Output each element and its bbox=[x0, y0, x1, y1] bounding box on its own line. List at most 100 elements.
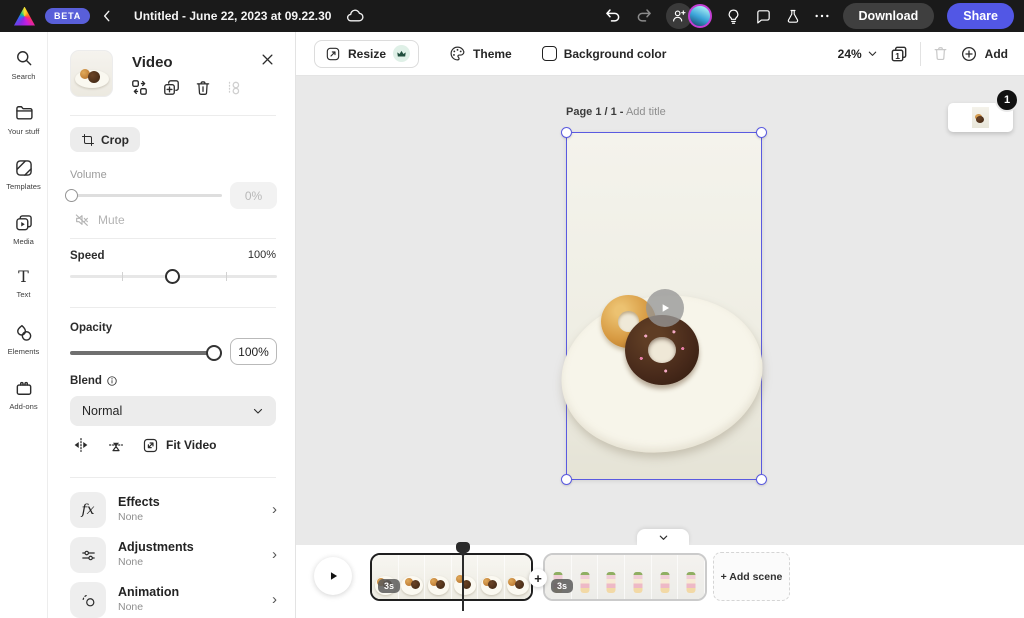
background-color-button[interactable]: Background color bbox=[542, 46, 667, 61]
sidebar-item-templates[interactable]: Templates bbox=[0, 158, 48, 213]
more-options-icon[interactable] bbox=[814, 13, 830, 19]
effects-row[interactable]: fx Effects None › bbox=[70, 492, 281, 532]
media-icon bbox=[14, 213, 34, 233]
sidebar-item-search[interactable]: Search bbox=[0, 48, 48, 103]
volume-label: Volume bbox=[70, 169, 107, 181]
user-avatar[interactable] bbox=[688, 4, 712, 28]
selection-handle-top-right[interactable] bbox=[756, 127, 767, 138]
sidebar-item-text[interactable]: T Text bbox=[0, 268, 48, 323]
resize-icon bbox=[325, 46, 341, 62]
folder-icon bbox=[14, 103, 34, 123]
elements-icon bbox=[14, 323, 34, 343]
speed-slider-handle[interactable] bbox=[165, 269, 180, 284]
chevron-right-icon: › bbox=[272, 501, 277, 518]
close-panel-icon[interactable] bbox=[260, 52, 275, 67]
add-page-button[interactable]: Add bbox=[960, 45, 1008, 63]
adjustments-row[interactable]: Adjustments None › bbox=[70, 537, 281, 577]
mute-speaker-icon bbox=[74, 212, 90, 228]
opacity-label: Opacity bbox=[70, 322, 112, 334]
app-window: BETA Untitled - June 22, 2023 at 09.22.3… bbox=[0, 0, 1024, 618]
theme-palette-icon bbox=[449, 45, 466, 62]
timeline-clip-2[interactable]: 3s bbox=[543, 553, 707, 601]
merge-icon-disabled bbox=[225, 79, 243, 97]
comment-icon[interactable] bbox=[755, 8, 772, 25]
theme-button[interactable]: Theme bbox=[449, 45, 512, 62]
video-properties-panel: Video Crop Volume 0% Mute Speed 100% bbox=[48, 32, 296, 618]
download-button[interactable]: Download bbox=[843, 3, 935, 29]
premium-crown-icon bbox=[393, 45, 410, 62]
lightbulb-icon[interactable] bbox=[725, 8, 742, 25]
plus-circle-icon bbox=[960, 45, 978, 63]
info-icon[interactable] bbox=[106, 375, 118, 387]
sidebar-item-media[interactable]: Media bbox=[0, 213, 48, 268]
page-count-badge: 1 bbox=[995, 88, 1019, 112]
selected-video-thumbnail[interactable] bbox=[70, 50, 113, 97]
blend-label: Blend bbox=[70, 375, 102, 387]
background-color-swatch bbox=[542, 46, 557, 61]
duplicate-icon[interactable] bbox=[162, 78, 181, 97]
clip-duration-badge: 3s bbox=[551, 579, 573, 593]
chevron-down-icon bbox=[252, 405, 264, 417]
volume-slider[interactable] bbox=[70, 194, 222, 197]
undo-icon[interactable] bbox=[604, 7, 622, 25]
text-icon: T bbox=[18, 268, 29, 286]
canvas-area[interactable]: Page 1 / 1 - Add title 1 bbox=[296, 76, 1024, 545]
mute-toggle[interactable]: Mute bbox=[74, 212, 125, 228]
beaker-icon[interactable] bbox=[785, 8, 801, 25]
top-bar: BETA Untitled - June 22, 2023 at 09.22.3… bbox=[0, 0, 1024, 32]
animation-icon bbox=[80, 592, 97, 609]
delete-icon[interactable] bbox=[194, 79, 212, 97]
sidebar-item-elements[interactable]: Elements bbox=[0, 323, 48, 378]
page-label[interactable]: Page 1 / 1 - Add title bbox=[566, 106, 666, 118]
document-title[interactable]: Untitled - June 22, 2023 at 09.22.30 bbox=[134, 9, 331, 23]
fit-video-icon bbox=[142, 437, 159, 454]
panel-title: Video bbox=[132, 54, 173, 71]
share-button[interactable]: Share bbox=[947, 3, 1014, 29]
flip-vertical-icon[interactable] bbox=[107, 436, 125, 454]
document-toolbar: Resize Theme Background color 24% 1 A bbox=[296, 32, 1024, 76]
adjustments-icon bbox=[80, 547, 97, 564]
volume-slider-handle[interactable] bbox=[65, 189, 78, 202]
crop-button[interactable]: Crop bbox=[70, 127, 140, 152]
adobe-express-logo-icon[interactable] bbox=[14, 7, 35, 26]
sidebar-item-your-stuff[interactable]: Your stuff bbox=[0, 103, 48, 158]
selection-handle-bottom-left[interactable] bbox=[561, 474, 572, 485]
back-chevron-icon[interactable] bbox=[100, 9, 114, 23]
opacity-slider[interactable] bbox=[70, 351, 222, 355]
animation-row[interactable]: Animation None › bbox=[70, 582, 281, 618]
chevron-right-icon: › bbox=[272, 546, 277, 563]
flip-horizontal-icon[interactable] bbox=[72, 436, 90, 454]
replace-video-icon[interactable] bbox=[130, 78, 149, 97]
timeline-play-button[interactable] bbox=[314, 557, 352, 595]
redo-icon[interactable] bbox=[635, 7, 653, 25]
effects-icon: fx bbox=[81, 502, 94, 518]
resize-button[interactable]: Resize bbox=[314, 40, 419, 68]
speed-label: Speed bbox=[70, 250, 105, 262]
cloud-sync-icon bbox=[345, 8, 365, 24]
chevron-right-icon: › bbox=[272, 591, 277, 608]
add-scene-button[interactable]: + Add scene bbox=[713, 552, 790, 601]
timeline-strip: 3s + 3s + Add scene bbox=[296, 545, 1024, 618]
opacity-value: 100% bbox=[230, 338, 277, 365]
addons-icon bbox=[14, 378, 34, 398]
timeline-clip-1-selected[interactable]: 3s bbox=[370, 553, 533, 601]
page-video-frame[interactable] bbox=[566, 132, 762, 480]
selection-handle-bottom-right[interactable] bbox=[756, 474, 767, 485]
volume-value: 0% bbox=[230, 182, 277, 209]
fit-video-button[interactable]: Fit Video bbox=[142, 437, 216, 454]
clip-duration-badge: 3s bbox=[378, 579, 400, 593]
blend-mode-dropdown[interactable]: Normal bbox=[70, 396, 276, 426]
templates-icon bbox=[14, 158, 34, 178]
beta-badge: BETA bbox=[45, 8, 90, 24]
search-icon bbox=[14, 48, 34, 68]
chevron-down-icon bbox=[867, 48, 878, 59]
video-play-overlay-button[interactable] bbox=[646, 289, 684, 327]
insert-scene-between-button[interactable]: + bbox=[529, 569, 547, 587]
collapse-timeline-button[interactable] bbox=[637, 529, 689, 545]
pages-view-icon[interactable]: 1 bbox=[889, 44, 909, 64]
opacity-slider-handle[interactable] bbox=[206, 345, 222, 361]
sidebar-item-add-ons[interactable]: Add-ons bbox=[0, 378, 48, 433]
selection-handle-top-left[interactable] bbox=[561, 127, 572, 138]
zoom-level-dropdown[interactable]: 24% bbox=[838, 47, 878, 61]
timeline-playhead[interactable] bbox=[456, 542, 470, 612]
